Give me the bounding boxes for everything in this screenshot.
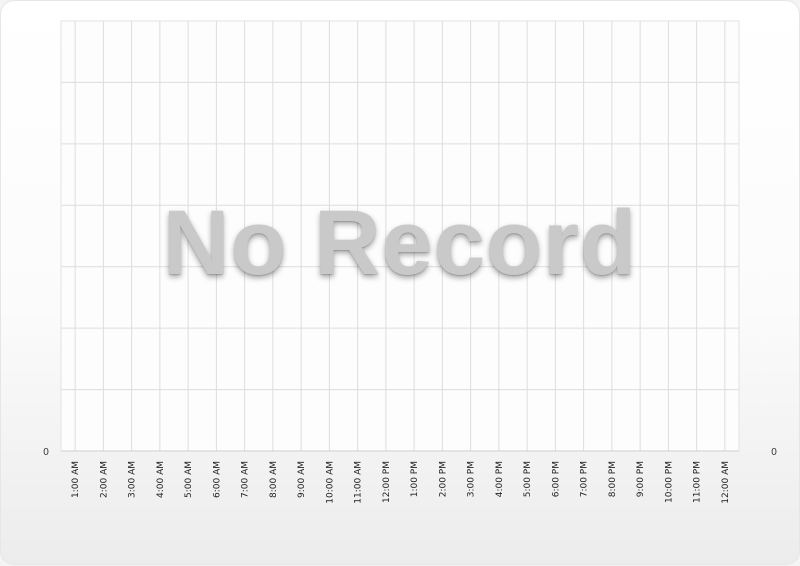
x-tick-label: 11:00 AM	[354, 461, 364, 504]
x-tick-label: 10:00 AM	[325, 461, 335, 504]
x-tick-label: 8:00 PM	[608, 461, 618, 497]
x-tick-label: 5:00 AM	[184, 461, 194, 498]
x-tick-label: 10:00 PM	[664, 461, 674, 503]
x-tick-label: 11:00 PM	[693, 461, 703, 503]
x-tick-label: 7:00 AM	[241, 461, 251, 498]
x-tick-label: 4:00 PM	[495, 461, 505, 497]
x-tick-label: 3:00 AM	[128, 461, 138, 498]
x-tick-label: 12:00 PM	[382, 461, 392, 503]
x-tick-label: 2:00 AM	[99, 461, 109, 498]
x-tick-label: 4:00 AM	[156, 461, 166, 498]
x-tick-labels: 1:00 AM 2:00 AM 3:00 AM 4:00 AM 5:00 AM 6:00 …	[71, 461, 731, 504]
x-tick-label: 9:00 PM	[636, 461, 646, 497]
x-tick-label: 9:00 AM	[297, 461, 307, 498]
x-tick-label: 6:00 PM	[551, 461, 561, 497]
x-tick-label: 3:00 PM	[467, 461, 477, 497]
x-tick-label: 8:00 AM	[269, 461, 279, 498]
x-tick-label: 7:00 PM	[580, 461, 590, 497]
x-tick-label: 6:00 AM	[212, 461, 222, 498]
chart-panel: 0 0 1:00 AM 2:00 AM 3:00 AM 4:00 AM 5:00 AM 6:…	[0, 0, 800, 565]
x-tick-label: 2:00 PM	[438, 461, 448, 497]
x-tick-label: 1:00 PM	[410, 461, 420, 497]
x-tick-label: 12:00 AM	[721, 461, 731, 504]
no-record-message: No Record	[162, 192, 638, 294]
x-tick-label: 5:00 PM	[523, 461, 533, 497]
y-axis-left-label: 0	[43, 447, 49, 458]
x-tick-label: 1:00 AM	[71, 461, 81, 498]
y-axis-right-label: 0	[771, 447, 777, 458]
